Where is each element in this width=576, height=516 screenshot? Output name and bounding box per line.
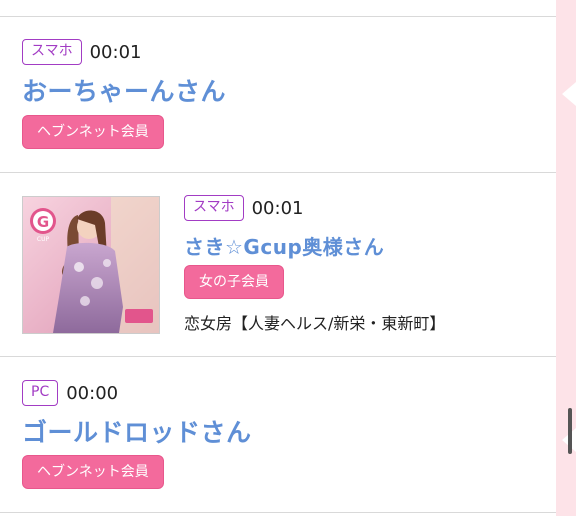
device-badge: スマホ: [184, 195, 244, 221]
post-time: 00:01: [89, 41, 142, 63]
member-type-badge: ヘブンネット会員: [22, 455, 164, 489]
scrollbar-handle[interactable]: [568, 408, 572, 454]
post-meta-row: PC 00:00: [22, 380, 118, 406]
shop-name-link[interactable]: 恋女房【人妻ヘルス/新栄・東新町】: [184, 310, 445, 334]
member-type-badge: 女の子会員: [184, 265, 284, 299]
post-card[interactable]: スマホ 00:01 おーちゃーんさん ヘブンネット会員: [0, 17, 556, 172]
post-meta-row: スマホ 00:01: [184, 195, 303, 221]
poster-name-link[interactable]: ゴールドロッドさん: [22, 413, 252, 449]
post-time: 00:01: [251, 197, 304, 219]
poster-name-link[interactable]: さき☆Gcup奥様さん: [184, 231, 384, 260]
post-time: 00:00: [66, 382, 119, 404]
poster-name-link[interactable]: おーちゃーんさん: [22, 72, 226, 108]
profile-thumbnail[interactable]: G CUP: [22, 196, 160, 334]
post-card[interactable]: G CUP スマホ 00:01 さき☆Gcup奥様さん 女の子会員 恋女房【人妻…: [0, 173, 556, 356]
post-card[interactable]: PC 00:00 ゴールドロッドさん ヘブンネット会員: [0, 357, 556, 512]
device-badge: スマホ: [22, 39, 82, 65]
divider: [0, 512, 556, 513]
profile-photo-image: G CUP: [23, 197, 159, 333]
post-meta-row: スマホ 00:01: [22, 39, 141, 65]
device-badge: PC: [22, 380, 59, 406]
thumbnail-badge-letter: G: [37, 213, 49, 231]
scroll-left-arrow-icon[interactable]: [562, 82, 576, 106]
post-list-page: スマホ 00:01 おーちゃーんさん ヘブンネット会員 G CUP スマホ 00…: [0, 0, 576, 516]
thumbnail-badge-sub: CUP: [37, 236, 50, 243]
member-type-badge: ヘブンネット会員: [22, 115, 164, 149]
